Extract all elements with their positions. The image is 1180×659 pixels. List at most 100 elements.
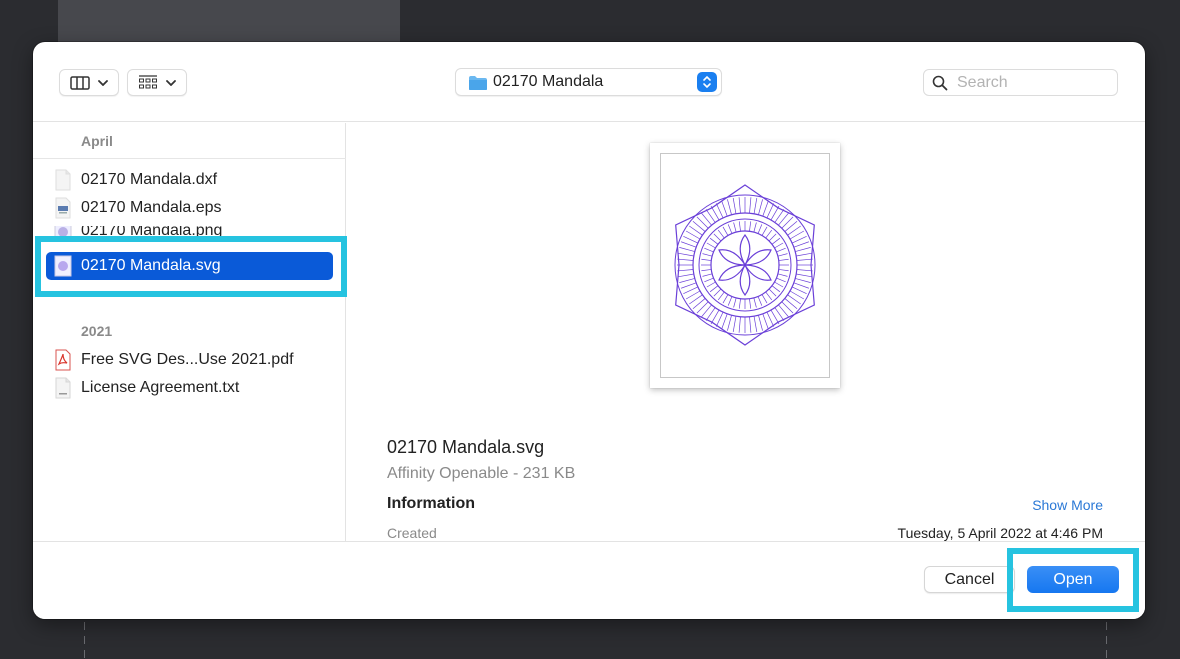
file-preview-pane: 02170 Mandala.svg Affinity Openable - 23… [347, 123, 1145, 541]
mandala-stroke [771, 285, 781, 293]
mandala-stroke [796, 252, 813, 257]
mandala-stroke [758, 315, 763, 331]
search-field[interactable] [923, 69, 1118, 96]
svg-document-icon [54, 255, 72, 277]
mandala-stroke [701, 258, 712, 261]
chevron-down-icon [98, 79, 108, 86]
mandala-stroke [713, 233, 722, 242]
mandala-stroke [738, 316, 741, 333]
mandala-stroke [704, 247, 714, 253]
mandala-stroke [791, 235, 807, 244]
mandala-stroke [727, 296, 733, 306]
mandala-stroke [683, 235, 699, 244]
location-popup[interactable]: 02170 Mandala [455, 68, 722, 96]
file-name: Free SVG Des...Use 2021.pdf [81, 351, 294, 368]
mandala-stroke [702, 273, 713, 277]
generic-document-icon [55, 169, 71, 191]
mandala-stroke [796, 273, 813, 278]
created-label: Created [387, 525, 437, 541]
mandala-stroke [715, 203, 724, 219]
open-button[interactable]: Open [1027, 566, 1119, 593]
icon-grid-icon [139, 74, 157, 88]
preview-kind-size: Affinity Openable - 231 KB [387, 465, 576, 482]
file-item-dxf[interactable]: 02170 Mandala.dxf [46, 166, 333, 194]
background-guide-line [1106, 622, 1107, 659]
column-view-icon [70, 75, 90, 90]
view-mode-button[interactable] [59, 69, 119, 96]
mandala-stroke [679, 278, 695, 283]
mandala-stroke [702, 253, 713, 257]
mandala-stroke [713, 288, 722, 297]
pdf-document-icon [55, 349, 71, 371]
text-document-icon [55, 377, 71, 399]
file-list: April 02170 Mandala.dxf 02170 Mandala.ep… [33, 123, 346, 541]
group-label-2021: 2021 [81, 323, 113, 339]
created-value: Tuesday, 5 April 2022 at 4:46 PM [897, 525, 1103, 541]
popup-stepper[interactable] [697, 72, 717, 92]
mandala-stroke [765, 229, 773, 239]
mandala-stroke [749, 316, 752, 333]
mandala-stroke [777, 273, 788, 277]
mandala-stroke [758, 199, 763, 215]
information-heading: Information [387, 495, 475, 512]
mandala-stroke [732, 197, 737, 214]
mandala-stroke [701, 269, 712, 272]
show-more-link[interactable]: Show More [1032, 497, 1103, 513]
file-name: 02170 Mandala.eps [81, 199, 222, 216]
mandala-image [674, 184, 816, 346]
file-item-txt[interactable]: License Agreement.txt [46, 374, 333, 402]
file-item-eps[interactable]: 02170 Mandala.eps [46, 194, 333, 222]
mandala-stroke [722, 226, 729, 236]
mandala-stroke [795, 278, 811, 283]
mandala-stroke [766, 311, 775, 327]
mandala-stroke [753, 297, 757, 308]
mandala-stroke [738, 197, 741, 214]
mandala-stroke [749, 221, 752, 232]
file-name: 02170 Mandala.svg [81, 257, 221, 274]
group-by-button[interactable] [127, 69, 187, 96]
mandala-stroke [749, 298, 752, 309]
group-label-april: April [81, 133, 113, 149]
mandala-stroke [732, 316, 737, 333]
file-item-svg[interactable]: 02170 Mandala.svg [46, 252, 333, 280]
eps-document-icon [55, 197, 71, 219]
mandala-stroke [717, 291, 725, 301]
file-item-png[interactable]: 02170 Mandala.png [46, 226, 333, 240]
mandala-stroke [762, 200, 769, 217]
search-input[interactable] [957, 73, 1107, 93]
mandala-stroke [796, 269, 813, 272]
mandala-stroke [793, 241, 810, 248]
location-label: 02170 Mandala [493, 73, 604, 90]
cancel-button[interactable]: Cancel [924, 566, 1015, 593]
mandala-stroke [768, 288, 777, 297]
mandala-stroke [680, 241, 697, 248]
mandala-stroke [715, 311, 724, 327]
image-document-icon [54, 226, 72, 240]
mandala-stroke [753, 197, 758, 214]
up-down-arrows-icon [703, 75, 711, 89]
mandala-stroke [717, 229, 725, 239]
mandala-stroke [768, 233, 777, 242]
mandala-stroke [727, 224, 733, 234]
mandala-stroke [762, 313, 769, 330]
mandala-stroke [778, 258, 789, 261]
mandala-stroke [709, 285, 719, 293]
mandala-stroke [777, 253, 788, 257]
mandala-stroke [706, 281, 716, 288]
mandala-stroke [733, 297, 737, 308]
file-item-pdf[interactable]: Free SVG Des...Use 2021.pdf [46, 346, 333, 374]
mandala-stroke [709, 237, 719, 245]
mandala-stroke [677, 252, 694, 257]
mandala-stroke [791, 286, 807, 295]
file-name: 02170 Mandala.png [81, 226, 223, 239]
mandala-stroke [757, 224, 763, 234]
file-name: License Agreement.txt [81, 379, 240, 396]
mandala-stroke [771, 237, 781, 245]
mandala-stroke [721, 313, 728, 330]
file-name: 02170 Mandala.dxf [81, 171, 218, 188]
mandala-stroke [749, 197, 752, 214]
mandala-stroke [757, 296, 763, 306]
mandala-stroke [761, 226, 768, 236]
mandala-stroke [774, 281, 784, 288]
mandala-stroke [776, 277, 786, 283]
